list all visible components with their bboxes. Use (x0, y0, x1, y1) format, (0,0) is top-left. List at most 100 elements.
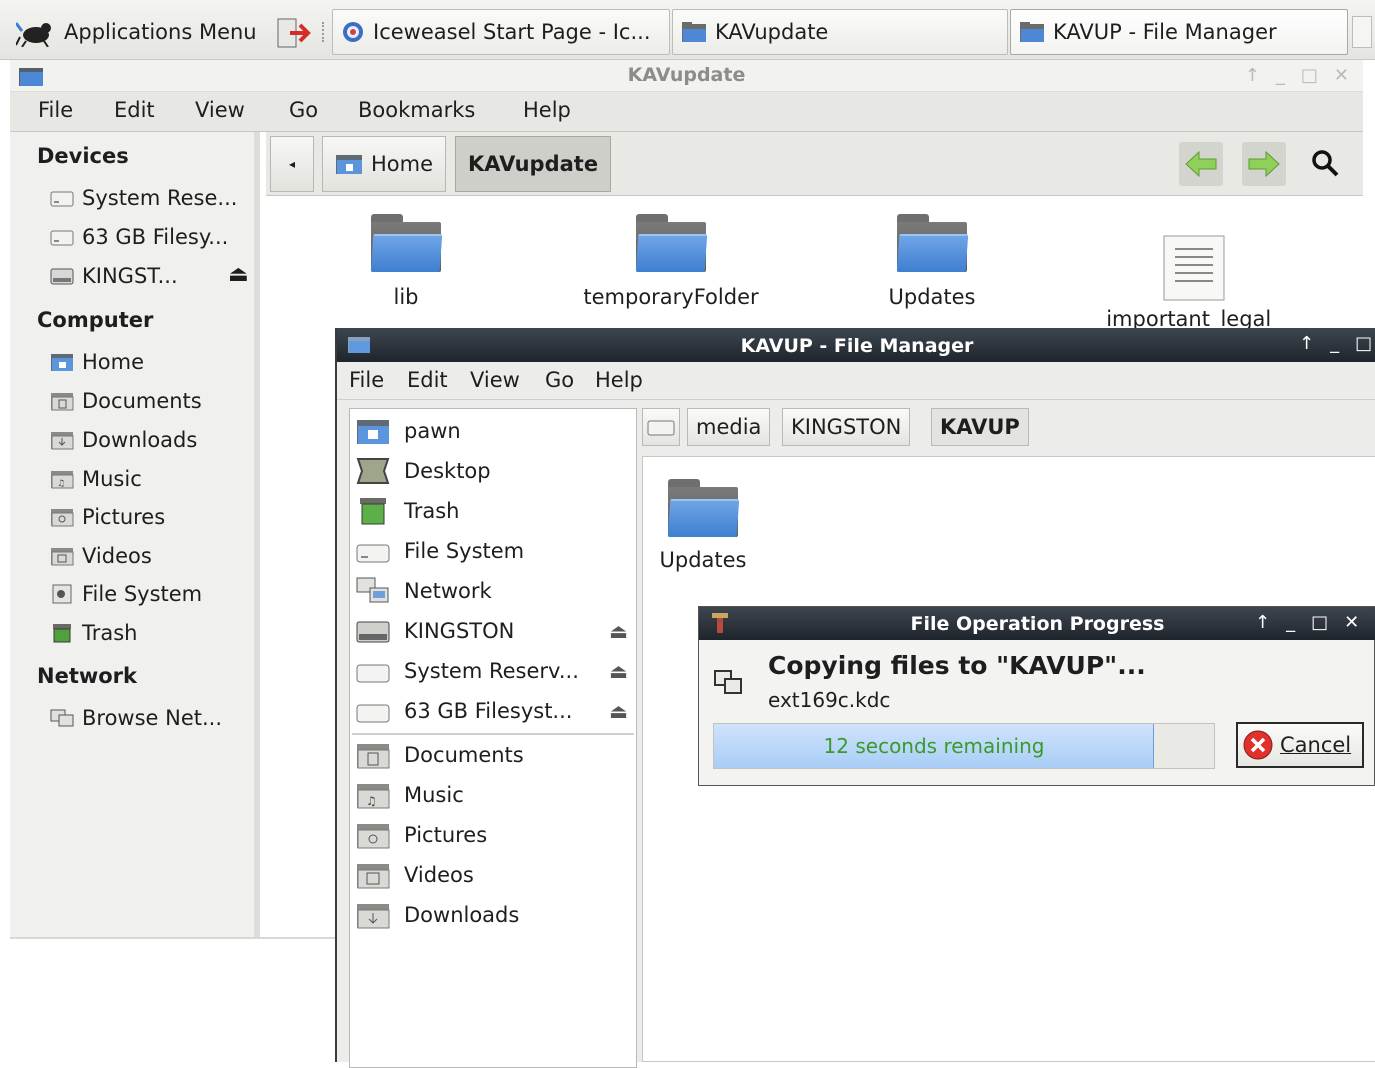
maximize-icon[interactable]: □ (1355, 333, 1372, 354)
logout-icon[interactable] (276, 17, 312, 49)
cancel-label: Cancel (1280, 733, 1352, 757)
music-folder-icon: ♫ (50, 469, 74, 489)
sidebar-item-file-system[interactable]: File System (50, 582, 202, 606)
path-kavup[interactable]: KAVUP (931, 408, 1029, 446)
cancel-button[interactable]: Cancel (1236, 722, 1364, 768)
file-item-temporaryfolder[interactable]: temporaryFolder (571, 214, 771, 309)
kavup-titlebar: KAVUP - File Manager ↑ _ □ (337, 328, 1375, 362)
search-icon[interactable] (1310, 148, 1340, 183)
sidebar-item-desktop[interactable]: Desktop (356, 457, 634, 485)
path-media[interactable]: media (687, 408, 771, 446)
menu-edit[interactable]: Edit (114, 98, 155, 122)
minimize-icon[interactable]: _ (1286, 612, 1295, 633)
menu-view[interactable]: View (470, 368, 520, 392)
sidebar-divider (352, 733, 634, 735)
taskbar: Applications Menu Iceweasel Start Page -… (0, 0, 1375, 60)
sidebar-item-downloads[interactable]: Downloads (356, 901, 634, 929)
eject-icon[interactable]: ⏏ (609, 659, 628, 683)
cancel-icon (1243, 730, 1273, 760)
menu-help[interactable]: Help (523, 98, 571, 122)
folder-icon (668, 479, 740, 537)
sidebar-item-pawn[interactable]: pawn (356, 417, 634, 445)
sidebar-item-63gb-filesystem[interactable]: 63 GB Filesy... (50, 225, 228, 249)
minimize-icon[interactable]: _ (1276, 65, 1285, 86)
window-title: KAVUP - File Manager (740, 335, 974, 357)
task-kavupdate[interactable]: KAVupdate (672, 9, 1008, 55)
minimize-icon[interactable]: _ (1330, 333, 1339, 354)
sidebar-item-browse-network[interactable]: Browse Net... (50, 706, 222, 730)
forward-button[interactable] (1242, 142, 1286, 186)
svg-text:♫: ♫ (366, 794, 377, 808)
breadcrumb-scroll-left[interactable]: ◂ (270, 136, 314, 192)
sidebar-item-label: KINGSTON (404, 619, 515, 643)
menu-go[interactable]: Go (545, 368, 574, 392)
close-icon[interactable]: ✕ (1334, 65, 1349, 86)
main-toolbar: ◂ Home KAVupdate (266, 132, 1363, 196)
sidebar-item-home[interactable]: Home (50, 350, 144, 374)
sidebar-item-label: File System (82, 582, 203, 606)
back-button[interactable] (1179, 142, 1223, 186)
sidebar-item-label: Pictures (82, 505, 166, 529)
path-label: media (696, 415, 762, 439)
sidebar-item-documents[interactable]: Documents (50, 389, 202, 413)
menu-help[interactable]: Help (595, 368, 643, 392)
svg-text:♫: ♫ (57, 479, 65, 489)
sidebar-item-pictures[interactable]: Pictures (356, 821, 634, 849)
menu-view[interactable]: View (195, 98, 245, 122)
window-bottom-edge (10, 937, 336, 939)
sidebar-item-label: File System (404, 539, 525, 563)
breadcrumb-home[interactable]: Home (322, 136, 447, 192)
documents-folder-icon (356, 741, 390, 769)
progress-heading: Copying files to "KAVUP"... (768, 651, 1146, 680)
task-kavup-file-manager[interactable]: KAVUP - File Manager (1010, 9, 1348, 55)
sidebar-item-kingston[interactable]: KINGST... ⏏ (50, 262, 250, 288)
file-item-updates[interactable]: Updates (872, 214, 992, 309)
sidebar-item-music[interactable]: ♫ Music (50, 467, 142, 491)
sidebar-item-system-reserved[interactable]: System Rese... (50, 186, 237, 210)
arrow-right-icon (1248, 150, 1280, 178)
menu-edit[interactable]: Edit (407, 368, 448, 392)
menu-file[interactable]: File (38, 98, 73, 122)
sidebar-item-trash[interactable]: Trash (356, 497, 634, 525)
menu-bookmarks[interactable]: Bookmarks (358, 98, 475, 122)
sidebar-item-pictures[interactable]: Pictures (50, 505, 165, 529)
keep-above-icon[interactable]: ↑ (1255, 612, 1270, 633)
videos-folder-icon (356, 861, 390, 889)
eject-icon[interactable]: ⏏ (609, 619, 628, 643)
network-heading: Network (37, 664, 138, 688)
sidebar-item-label: Documents (404, 743, 524, 767)
menu-go[interactable]: Go (289, 98, 318, 122)
sidebar-item-63gb-filesystem[interactable]: 63 GB Filesyst... ⏏ (356, 697, 634, 725)
sidebar-item-kingston[interactable]: KINGSTON ⏏ (356, 617, 634, 645)
path-kingston[interactable]: KINGSTON (782, 408, 911, 446)
sidebar-item-system-reserved[interactable]: System Reserv... ⏏ (356, 657, 634, 685)
folder-icon (682, 22, 706, 42)
task-iceweasel[interactable]: Iceweasel Start Page - Ic... (332, 9, 670, 55)
maximize-icon[interactable]: □ (1311, 612, 1328, 633)
sidebar-item-videos[interactable]: Videos (50, 544, 152, 568)
eject-icon[interactable]: ⏏ (609, 699, 628, 723)
sidebar-item-trash[interactable]: Trash (50, 621, 138, 645)
sidebar-item-file-system[interactable]: File System (356, 537, 634, 565)
sidebar-item-videos[interactable]: Videos (356, 861, 634, 889)
file-item-updates[interactable]: Updates (649, 479, 757, 572)
applications-menu-button[interactable]: Applications Menu (8, 9, 265, 55)
menu-file[interactable]: File (349, 368, 384, 392)
breadcrumb-kavupdate[interactable]: KAVupdate (455, 136, 612, 192)
path-root-button[interactable] (642, 408, 680, 446)
sidebar-item-documents[interactable]: Documents (356, 741, 634, 769)
close-icon[interactable]: ✕ (1344, 612, 1359, 633)
file-item-lib[interactable]: lib (364, 214, 448, 309)
sidebar-item-downloads[interactable]: Downloads (50, 428, 197, 452)
eject-icon[interactable]: ⏏ (228, 262, 249, 287)
sidebar-item-music[interactable]: ♫ Music (356, 781, 634, 809)
task-overflow[interactable] (1352, 16, 1372, 48)
keep-above-icon[interactable]: ↑ (1299, 333, 1314, 354)
sidebar-item-network[interactable]: Network (356, 577, 634, 605)
usb-drive-icon (356, 617, 390, 645)
sidebar-item-label: Browse Net... (82, 706, 223, 730)
sidebar-item-label: Network (404, 579, 492, 603)
keep-above-icon[interactable]: ↑ (1245, 65, 1260, 86)
task-label: Iceweasel Start Page - Ic... (373, 20, 651, 44)
maximize-icon[interactable]: □ (1301, 65, 1318, 86)
